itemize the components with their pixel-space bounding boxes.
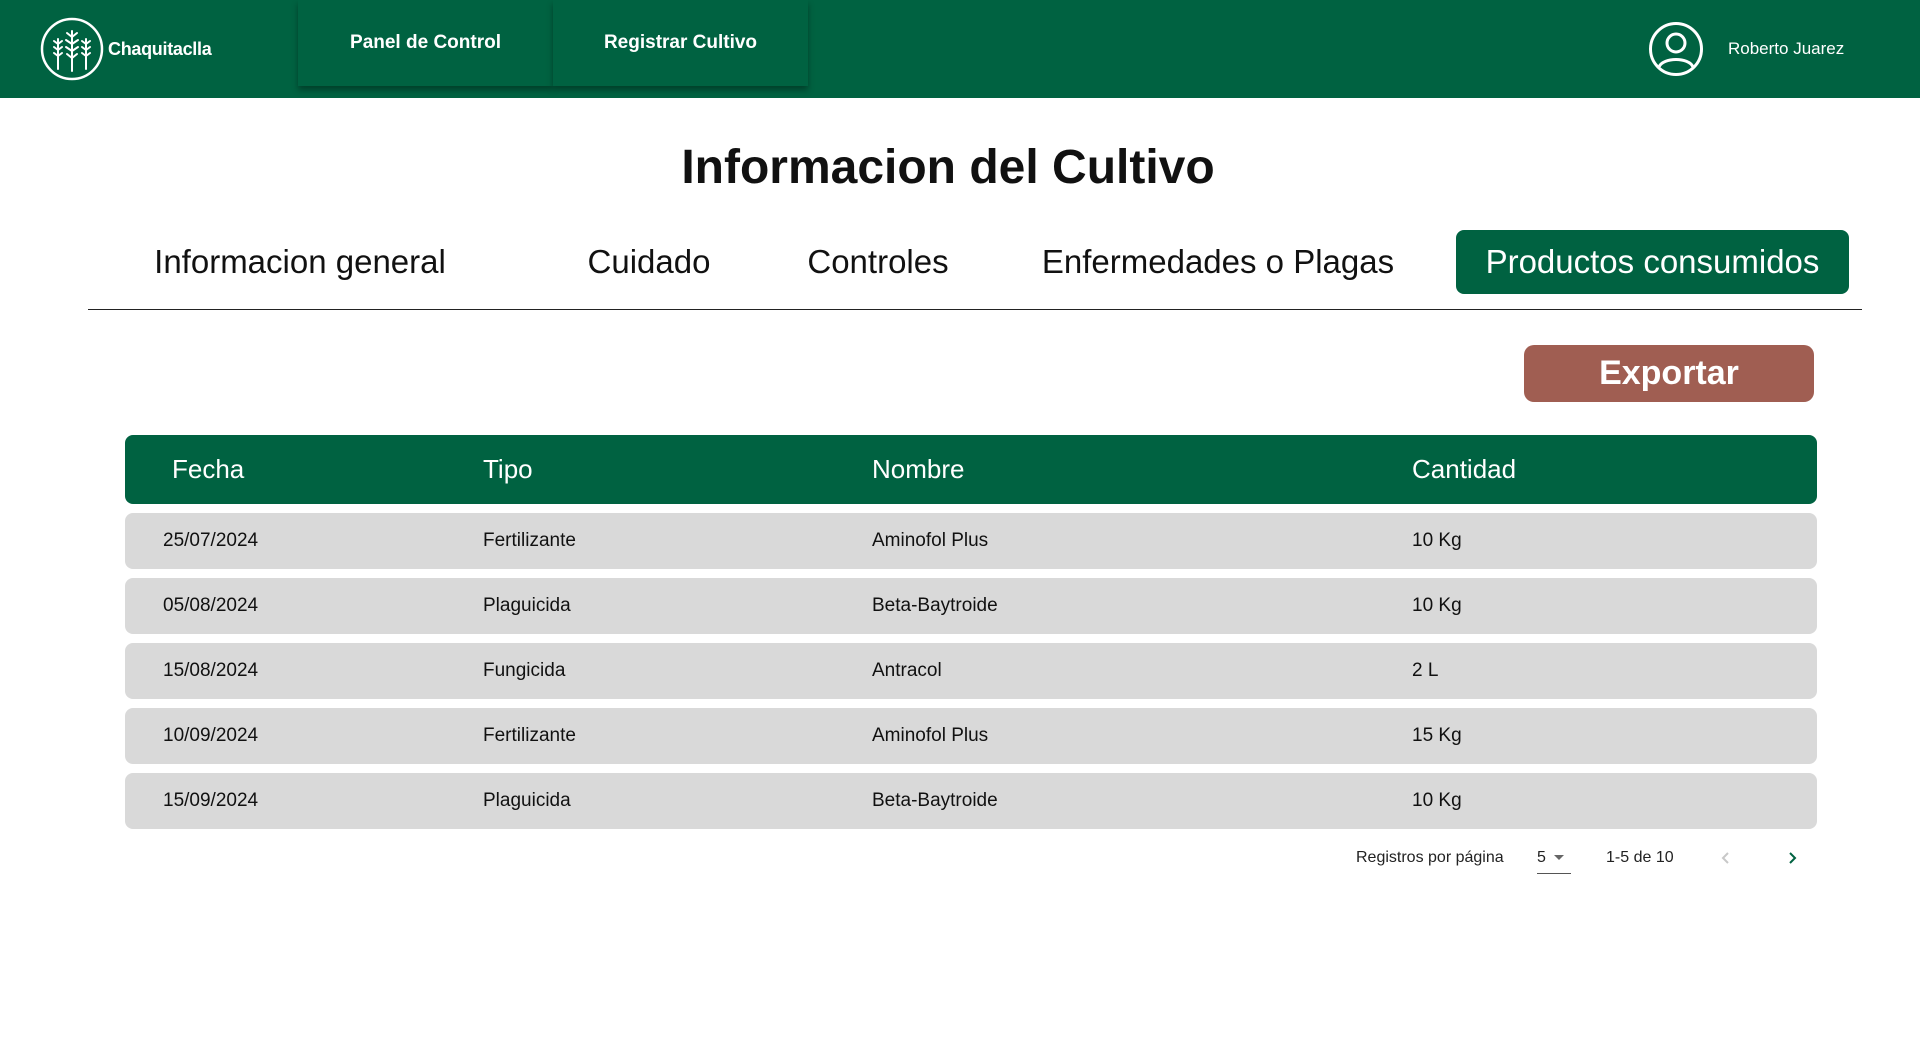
rows-per-page-label: Registros por página — [1356, 849, 1504, 866]
cell-tipo: Fertilizante — [483, 530, 576, 551]
nav-panel-de-control[interactable]: Panel de Control — [298, 0, 553, 86]
tab-informacion-general[interactable]: Informacion general — [150, 230, 450, 294]
column-header-tipo[interactable]: Tipo — [483, 435, 533, 504]
user-menu[interactable]: Roberto Juarez — [1648, 21, 1844, 77]
table-header: Fecha Tipo Nombre Cantidad — [125, 435, 1817, 504]
user-name: Roberto Juarez — [1728, 39, 1845, 58]
table-row[interactable]: 15/09/2024 Plaguicida Beta-Baytroide 10 … — [125, 773, 1817, 829]
cell-fecha: 05/08/2024 — [163, 595, 259, 616]
top-navbar: Chaquitaclla Panel de Control Registrar … — [0, 0, 1920, 98]
brand-logo[interactable]: Chaquitaclla — [40, 17, 212, 81]
cell-fecha: 25/07/2024 — [163, 530, 259, 551]
cell-nombre: Antracol — [872, 660, 942, 681]
table-row[interactable]: 10/09/2024 Fertilizante Aminofol Plus 15… — [125, 708, 1817, 764]
chevron-left-icon[interactable] — [1720, 842, 1734, 874]
cell-tipo: Fungicida — [483, 660, 566, 681]
table-row[interactable]: 15/08/2024 Fungicida Antracol 2 L — [125, 643, 1817, 699]
column-header-nombre[interactable]: Nombre — [872, 435, 964, 504]
user-avatar-icon — [1649, 22, 1703, 76]
cell-tipo: Fertilizante — [483, 725, 576, 746]
cell-cantidad: 2 L — [1412, 660, 1439, 681]
cell-cantidad: 10 Kg — [1412, 790, 1462, 811]
cell-nombre: Aminofol Plus — [872, 725, 989, 746]
cell-nombre: Aminofol Plus — [872, 530, 989, 551]
rows-per-page-select[interactable]: 5 — [1537, 842, 1571, 874]
cell-cantidad: 15 Kg — [1412, 725, 1462, 746]
cell-fecha: 15/08/2024 — [163, 660, 259, 681]
rows-per-page-value: 5 — [1537, 848, 1546, 866]
wheat-logo-icon — [40, 17, 104, 81]
cell-cantidad: 10 Kg — [1412, 530, 1462, 551]
table-row[interactable]: 05/08/2024 Plaguicida Beta-Baytroide 10 … — [125, 578, 1817, 634]
pagination-range: 1-5 de 10 — [1606, 849, 1674, 866]
cell-tipo: Plaguicida — [483, 595, 571, 616]
cell-nombre: Beta-Baytroide — [872, 790, 998, 811]
cell-nombre: Beta-Baytroide — [872, 595, 998, 616]
export-button[interactable]: Exportar — [1524, 345, 1814, 402]
cell-tipo: Plaguicida — [483, 790, 571, 811]
chevron-right-icon[interactable] — [1786, 842, 1800, 874]
nav-registrar-cultivo[interactable]: Registrar Cultivo — [553, 0, 808, 86]
tab-productos-consumidos[interactable]: Productos consumidos — [1456, 230, 1849, 294]
caret-down-icon — [1553, 855, 1564, 860]
cell-cantidad: 10 Kg — [1412, 595, 1462, 616]
crop-info-tabs: Informacion general Cuidado Controles En… — [88, 230, 1862, 310]
column-header-cantidad[interactable]: Cantidad — [1412, 435, 1516, 504]
cell-fecha: 10/09/2024 — [163, 725, 259, 746]
cell-fecha: 15/09/2024 — [163, 790, 259, 811]
column-header-fecha[interactable]: Fecha — [172, 435, 244, 504]
brand-name: Chaquitaclla — [108, 38, 212, 59]
page-title: Informacion del Cultivo — [681, 141, 1215, 194]
tab-cuidado[interactable]: Cuidado — [574, 230, 724, 294]
tab-controles[interactable]: Controles — [793, 230, 963, 294]
table-row[interactable]: 25/07/2024 Fertilizante Aminofol Plus 10… — [125, 513, 1817, 569]
tab-enfermedades-o-plagas[interactable]: Enfermedades o Plagas — [1028, 230, 1408, 294]
